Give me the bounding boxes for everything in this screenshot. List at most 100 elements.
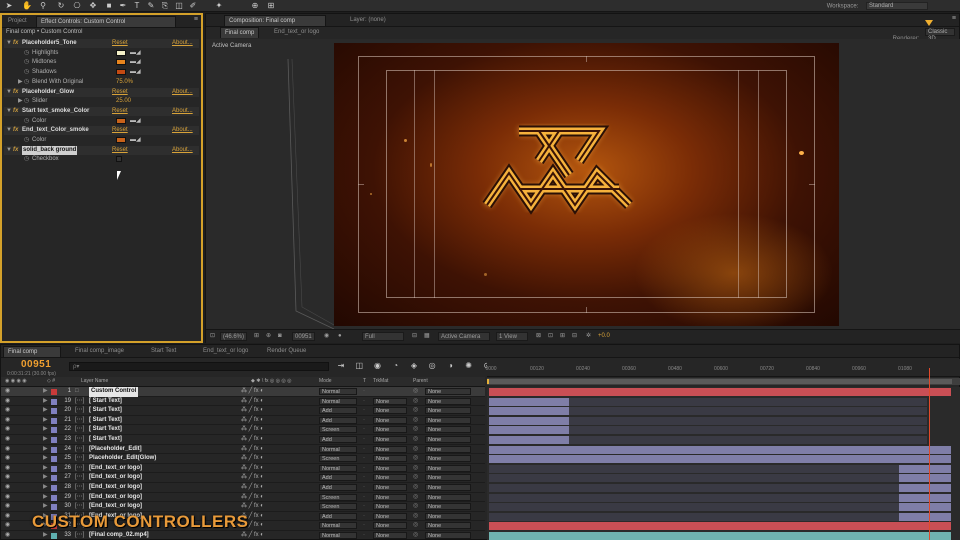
- visibility-eye-icon[interactable]: ◉: [5, 483, 10, 493]
- transparency-grid-icon[interactable]: ▦: [424, 332, 430, 341]
- current-time-field[interactable]: 00951: [292, 332, 315, 341]
- layer-name-header[interactable]: Layer Name: [81, 378, 108, 384]
- layer-switches-icon[interactable]: ⁂ ╱ fx ◐: [241, 445, 264, 455]
- expand-triangle-icon[interactable]: ▶: [43, 445, 48, 455]
- layer-switches-icon[interactable]: ⁂ ╱ fx ◐: [241, 435, 264, 445]
- expand-triangle-icon[interactable]: ▶: [43, 387, 48, 397]
- blend-mode-select[interactable]: Normal: [319, 522, 357, 530]
- roto-tool-icon[interactable]: ✐: [188, 1, 198, 11]
- color-swatch[interactable]: [116, 59, 126, 66]
- pen-tool-icon[interactable]: ✒: [118, 1, 128, 11]
- visibility-eye-icon[interactable]: ◉: [5, 416, 10, 426]
- show-channel-icon[interactable]: ◉: [324, 332, 329, 341]
- track-matte-select[interactable]: None: [373, 464, 407, 472]
- parent-select[interactable]: None: [425, 503, 471, 511]
- hand-tool-icon[interactable]: ✋: [22, 1, 32, 11]
- mode-header[interactable]: Mode: [319, 378, 332, 384]
- layer-row[interactable]: ◉ ▶ 1 □ Custom Control ⁂ ╱ fx ◐ Normal · ◎ None: [1, 387, 485, 397]
- parent-pickwhip-icon[interactable]: ◎: [413, 387, 418, 397]
- type-tool-icon[interactable]: T: [132, 1, 142, 11]
- eyedropper-icon[interactable]: ▬◢: [130, 69, 141, 75]
- preserve-transparency-checkbox[interactable]: ·: [363, 464, 365, 474]
- layer-name[interactable]: [ Start Text]: [89, 425, 122, 435]
- layer-name[interactable]: [Placeholder_Edit]: [89, 445, 142, 455]
- subtab-end-text[interactable]: End_text_or logo: [270, 27, 323, 38]
- layer-switches-icon[interactable]: ⁂ ╱ fx ◐: [241, 464, 264, 474]
- flowchart-icon[interactable]: ⊟: [572, 332, 577, 341]
- eraser-tool-icon[interactable]: ◫: [174, 1, 184, 11]
- layer-duration-bar[interactable]: [899, 484, 951, 492]
- blend-mode-select[interactable]: Screen: [319, 426, 357, 434]
- blend-mode-select[interactable]: Normal: [319, 464, 357, 472]
- label-color-swatch[interactable]: [51, 504, 57, 511]
- layer-name[interactable]: Custom Control: [89, 387, 139, 397]
- effect-header[interactable]: ▼ fx End_text_Color_smoke Reset About...: [4, 126, 199, 136]
- stopwatch-icon[interactable]: ◷: [24, 117, 29, 126]
- subtab-final-comp[interactable]: Final comp: [220, 27, 260, 38]
- visibility-eye-icon[interactable]: ◉: [5, 512, 10, 522]
- fx-toggle-icon[interactable]: fx: [13, 126, 18, 135]
- stopwatch-icon[interactable]: ◷: [24, 68, 29, 77]
- layer-row[interactable]: ◉ ▶ 21 [⋯] [ Start Text] ⁂ ╱ fx ◐ Add · None ◎ Non…: [1, 416, 485, 426]
- layer-name[interactable]: [ Start Text]: [89, 435, 122, 445]
- visibility-eye-icon[interactable]: ◉: [5, 387, 10, 397]
- preserve-transparency-checkbox[interactable]: ·: [363, 531, 365, 540]
- reset-link[interactable]: Reset: [112, 126, 128, 135]
- track-matte-select[interactable]: None: [373, 426, 407, 434]
- clone-tool-icon[interactable]: ⎘: [160, 1, 170, 11]
- preserve-transparency-checkbox[interactable]: ·: [363, 502, 365, 512]
- preserve-transparency-checkbox[interactable]: ·: [363, 397, 365, 407]
- label-column-icon[interactable]: ◇ #: [47, 378, 55, 384]
- label-color-swatch[interactable]: [51, 408, 57, 415]
- expand-triangle-icon[interactable]: ▼: [6, 107, 12, 116]
- preserve-transparency-checkbox[interactable]: ·: [363, 435, 365, 445]
- blend-mode-select[interactable]: Add: [319, 407, 357, 415]
- color-swatch[interactable]: [116, 49, 126, 56]
- expand-triangle-icon[interactable]: ▶: [43, 435, 48, 445]
- color-swatch[interactable]: [116, 69, 126, 76]
- track-matte-select[interactable]: None: [373, 532, 407, 539]
- parent-select[interactable]: None: [425, 436, 471, 443]
- label-color-swatch[interactable]: [51, 398, 57, 405]
- parent-select[interactable]: None: [425, 445, 471, 453]
- parent-pickwhip-icon[interactable]: ◎: [413, 445, 418, 455]
- comp-mini-flowchart-icon[interactable]: ⇥: [333, 361, 349, 370]
- expand-triangle-icon[interactable]: ▶: [43, 502, 48, 512]
- layer-duration-bar[interactable]: [489, 388, 951, 396]
- effect-header[interactable]: ▼ fx Start text_smoke_Color Reset About...: [4, 106, 199, 116]
- parent-pickwhip-icon[interactable]: ◎: [413, 531, 418, 540]
- reset-link[interactable]: Reset: [112, 39, 128, 48]
- track-matte-select[interactable]: None: [373, 455, 407, 463]
- reset-link[interactable]: Reset: [112, 146, 128, 155]
- layer-switches-icon[interactable]: ⁂ ╱ fx ◐: [241, 416, 264, 426]
- preserve-transparency-checkbox[interactable]: ·: [363, 425, 365, 435]
- eyedropper-icon[interactable]: ▬◢: [130, 137, 141, 143]
- track-matte-select[interactable]: None: [373, 474, 407, 482]
- resolution-select[interactable]: Full: [362, 332, 404, 341]
- trkmat-header[interactable]: TrkMat: [373, 378, 388, 384]
- label-color-swatch[interactable]: [51, 389, 57, 395]
- track-matte-select[interactable]: None: [373, 407, 407, 415]
- layer-name[interactable]: [End_text_or logo]: [89, 502, 142, 512]
- label-color-swatch[interactable]: [51, 465, 57, 472]
- expand-triangle-icon[interactable]: ▶: [18, 97, 23, 106]
- expand-triangle-icon[interactable]: ▶: [43, 531, 48, 540]
- parent-select[interactable]: None: [425, 455, 471, 463]
- layer-duration-bar[interactable]: [489, 522, 951, 531]
- parent-pickwhip-icon[interactable]: ◎: [413, 502, 418, 512]
- preserve-transparency-checkbox[interactable]: ·: [363, 416, 365, 426]
- tab-project[interactable]: Project: [4, 16, 31, 27]
- layer-row[interactable]: ◉ ▶ 19 [⋯] [ Start Text] ⁂ ╱ fx ◐ Normal · None ◎…: [1, 397, 485, 407]
- parent-pickwhip-icon[interactable]: ◎: [413, 473, 418, 483]
- exposure-icon[interactable]: ✲: [586, 332, 591, 341]
- pan-behind-tool-icon[interactable]: ✥: [88, 1, 98, 11]
- eyedropper-icon[interactable]: ▬◢: [130, 118, 141, 124]
- layer-duration-bar[interactable]: [489, 455, 951, 464]
- expand-triangle-icon[interactable]: ▶: [43, 473, 48, 483]
- fx-toggle-icon[interactable]: fx: [13, 107, 18, 116]
- label-color-swatch[interactable]: [51, 494, 57, 501]
- camera-view-select[interactable]: Active Camera: [438, 332, 490, 341]
- color-channel-icon[interactable]: ●: [338, 332, 342, 341]
- label-color-swatch[interactable]: [51, 417, 57, 424]
- label-color-swatch[interactable]: [51, 427, 57, 434]
